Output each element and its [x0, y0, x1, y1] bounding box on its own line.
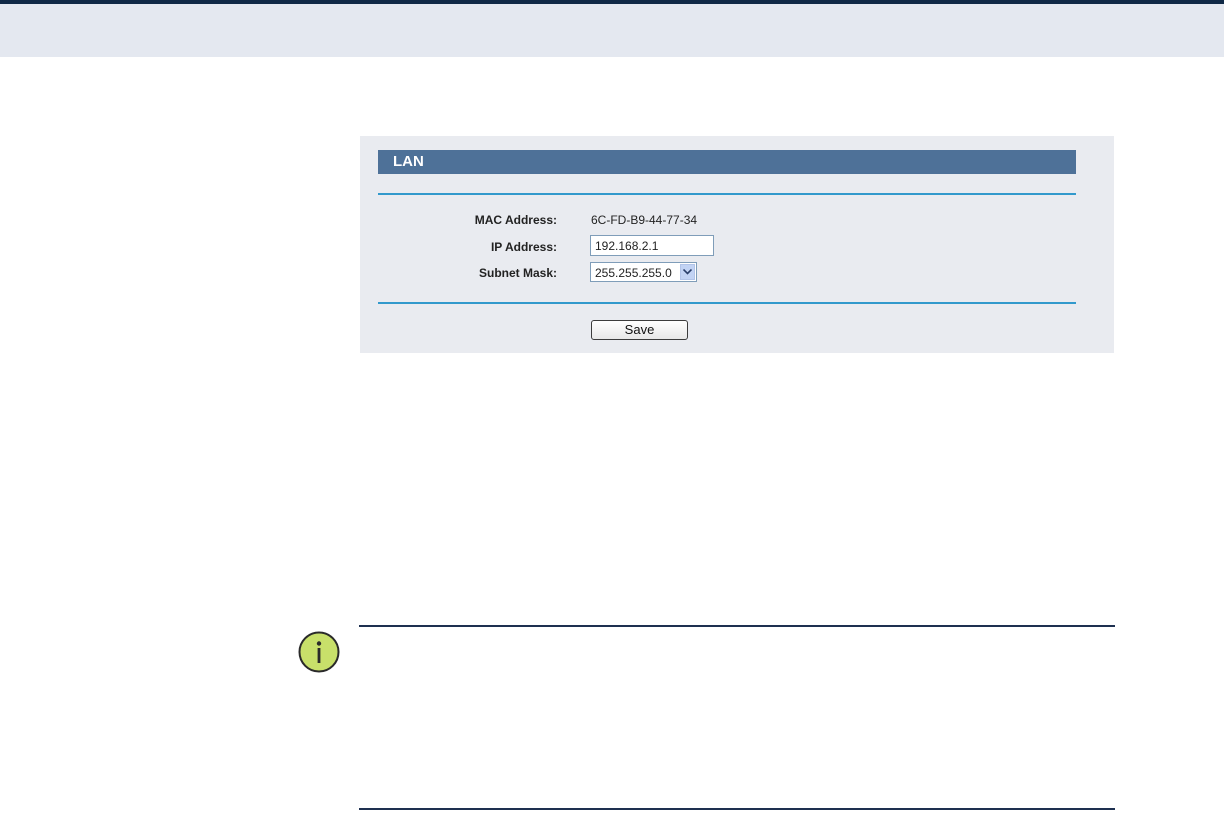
dropdown-arrow-icon[interactable]: [680, 264, 695, 280]
subnet-mask-label: Subnet Mask:: [478, 266, 557, 280]
subnet-mask-select[interactable]: 255.255.255.0: [590, 262, 697, 282]
mac-address-value: 6C-FD-B9-44-77-34: [591, 213, 698, 227]
subnet-mask-value: 255.255.255.0: [595, 266, 672, 280]
ip-address-label: IP Address:: [490, 240, 557, 254]
info-icon: [298, 631, 340, 673]
lan-settings-panel: LAN MAC Address: 6C-FD-B9-44-77-34 IP Ad…: [360, 136, 1114, 353]
save-button[interactable]: Save: [591, 320, 688, 340]
panel-bottom-divider: [378, 302, 1076, 304]
mac-address-label: MAC Address:: [474, 213, 557, 227]
panel-title: LAN: [393, 153, 424, 170]
panel-top-divider: [378, 193, 1076, 195]
panel-title-bar: LAN: [378, 150, 1076, 174]
note-bottom-rule: [359, 808, 1115, 810]
header-band: [0, 4, 1224, 57]
ip-address-input[interactable]: 192.168.2.1: [590, 235, 714, 256]
note-top-rule: [359, 625, 1115, 627]
